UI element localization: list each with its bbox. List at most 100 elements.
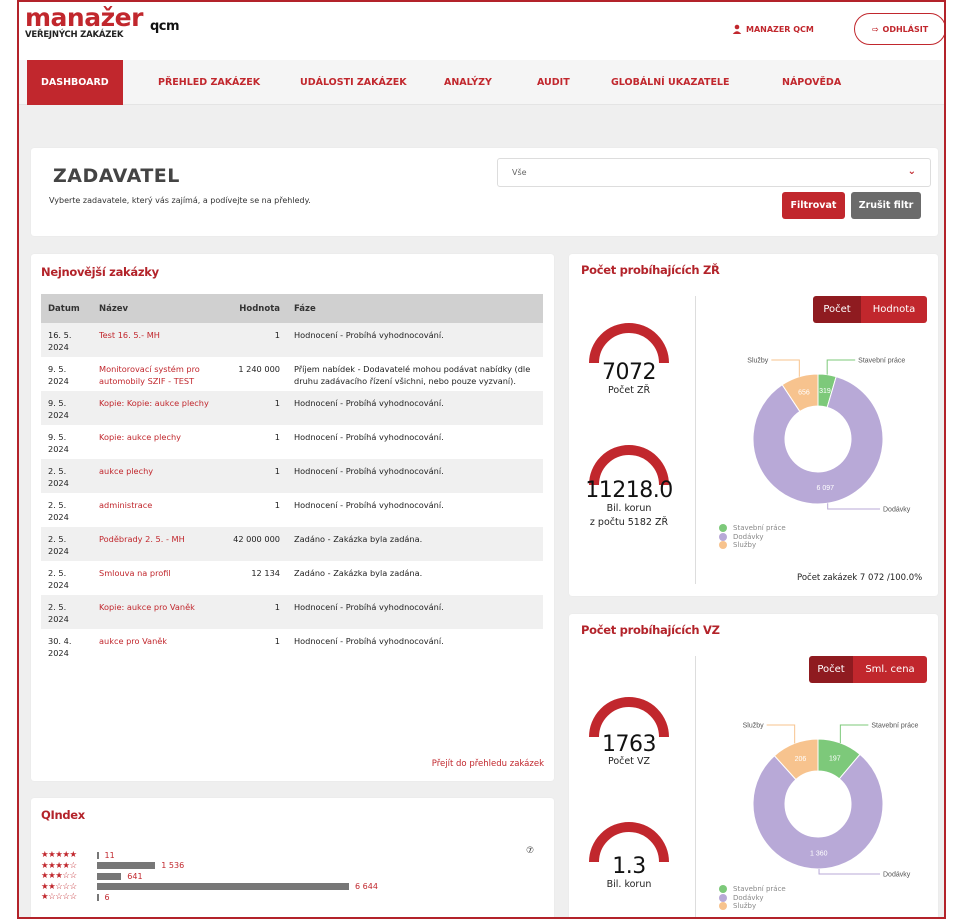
row-name-link[interactable]: aukce pro Vaněk	[92, 629, 226, 663]
row-name-link[interactable]: Test 16. 5.- MH	[92, 323, 226, 357]
qindex-card: QIndex ⑦ ★★★★★ 11 ★★★★☆ 1 536 ★★★☆☆ 641 ★★☆☆☆ 6…	[31, 798, 554, 917]
table-row[interactable]: 2. 5. 2024 administrace 1 Hodnocení - Probí…	[41, 493, 543, 527]
table-row[interactable]: 16. 5. 2024 Test 16. 5.- MH 1 Hodnocení - P…	[41, 323, 543, 357]
zr-title: Počet probíhajících ZŘ	[581, 263, 720, 277]
nav-globalni-ukazatele[interactable]: GLOBÁLNÍ UKAZATELE	[611, 60, 729, 105]
gauge-count-label: Počet VZ	[607, 756, 651, 767]
table-header-row: Datum Název Hodnota Fáze	[41, 294, 543, 323]
zr-donut-chart: 319 Stavební práce 6 097 Dodávky 656 Služby	[747, 358, 911, 514]
slice-category-label: Stavební práce	[858, 358, 905, 365]
col-faze[interactable]: Fáze	[287, 294, 543, 323]
toggle-sml-cena[interactable]: Sml. cena	[853, 656, 927, 683]
row-name-link[interactable]: Monitorovací systém pro automobily SZIF …	[92, 357, 226, 391]
zr-total: Počet zakázek 7 072 /100.0%	[797, 573, 923, 583]
col-datum[interactable]: Datum	[41, 294, 92, 323]
table-row[interactable]: 9. 5. 2024 Kopie: Kopie: aukce plechy 1 Hod…	[41, 391, 543, 425]
zadavatel-select[interactable]: Vše ⌄	[497, 158, 931, 187]
gauge-count-value: 1763	[602, 732, 657, 757]
nav-prehled-zakazek[interactable]: PŘEHLED ZAKÁZEK	[158, 60, 260, 105]
nav-audit[interactable]: AUDIT	[537, 60, 570, 105]
main-nav: DASHBOARD PŘEHLED ZAKÁZEK UDÁLOSTI ZAKÁZ…	[19, 60, 944, 105]
col-hodnota[interactable]: Hodnota	[226, 294, 287, 323]
qindex-bar	[97, 883, 349, 890]
table-row[interactable]: 2. 5. 2024 Kopie: aukce pro Vaněk 1 Hodnoce…	[41, 595, 543, 629]
legend-label: Stavební práce	[733, 524, 786, 533]
qindex-row: ★☆☆☆☆ 6	[41, 892, 110, 902]
star-rating: ★★★★★	[41, 850, 77, 860]
legend-label: Služby	[733, 541, 757, 550]
row-date: 30. 4. 2024	[48, 636, 72, 658]
divider	[695, 296, 696, 584]
legend-item-dodavky: Dodávky	[719, 532, 786, 542]
slice-leader-line	[827, 503, 880, 510]
row-phase: Hodnocení - Probíhá vyhodnocování.	[294, 500, 444, 510]
row-phase: Hodnocení - Probíhá vyhodnocování.	[287, 391, 543, 425]
legend-dot	[719, 541, 727, 550]
go-to-overview-link[interactable]: Přejít do přehledu zakázek	[432, 759, 544, 769]
zr-card: Počet probíhajících ZŘ 7072 Počet ZŘ 112…	[569, 254, 938, 596]
row-date: 9. 5. 2024	[48, 364, 69, 386]
row-phase: Hodnocení - Probíhá vyhodnocování.	[287, 323, 543, 357]
star-rating: ★★☆☆☆	[41, 881, 77, 892]
row-phase: Hodnocení - Probíhá vyhodnocování.	[287, 595, 543, 629]
row-name-link[interactable]: Poděbrady 2. 5. - MH	[92, 527, 226, 561]
star-rating: ★☆☆☆☆	[41, 892, 77, 902]
help-icon[interactable]: ⑦	[526, 846, 534, 856]
toggle-hodnota[interactable]: Hodnota	[861, 296, 927, 323]
legend-dot	[719, 532, 727, 541]
qindex-row: ★★★☆☆ 641	[41, 871, 143, 881]
row-phase: Příjem nabídek - Dodavatelé mohou podáva…	[294, 364, 531, 386]
row-name-link[interactable]: administrace	[92, 493, 226, 527]
user-menu[interactable]: MANAZER QCM	[732, 24, 814, 34]
logo-sub-text: VEŘEJNÝCH ZAKÁZEK	[25, 30, 124, 40]
gauge-value-value: 11218.0	[585, 478, 673, 503]
latest-contracts-table: Datum Název Hodnota Fáze 16. 5. 2024 Test…	[41, 294, 543, 663]
row-value: 1	[274, 500, 280, 510]
toggle-pocet[interactable]: Počet	[813, 296, 861, 323]
table-row[interactable]: 9. 5. 2024 Monitorovací systém pro automo…	[41, 357, 543, 391]
row-name-link[interactable]: aukce plechy	[92, 459, 226, 493]
row-date: 2. 5. 2024	[41, 527, 92, 561]
qindex-count: 11	[104, 850, 115, 860]
qindex-count: 6 644	[355, 882, 378, 891]
chevron-down-icon: ⌄	[907, 166, 916, 177]
table-row[interactable]: 30. 4. 2024 aukce pro Vaněk 1 Hodnocení - P…	[41, 629, 543, 663]
row-name-link[interactable]: Smlouva na profil	[92, 561, 226, 595]
toggle-pocet[interactable]: Počet	[809, 656, 853, 683]
nav-udalosti-zakazek[interactable]: UDÁLOSTI ZAKÁZEK	[300, 60, 407, 105]
qindex-bar	[97, 893, 99, 901]
user-name: MANAZER QCM	[746, 24, 814, 34]
logout-button[interactable]: ⇨ ODHLÁSIT	[854, 13, 944, 45]
row-name-link[interactable]: Kopie: Kopie: aukce plechy	[92, 391, 226, 425]
nav-dashboard[interactable]: DASHBOARD	[27, 60, 123, 105]
star-rating: ★★★☆☆	[41, 871, 77, 881]
table-row[interactable]: 2. 5. 2024 aukce plechy 1 Hodnocení - Probí…	[41, 459, 543, 493]
row-value: 1	[226, 323, 287, 357]
slice-category-label: Dodávky	[883, 507, 911, 514]
clear-filter-button[interactable]: Zrušit filtr	[851, 192, 921, 219]
logout-icon: ⇨	[871, 24, 879, 34]
col-nazev[interactable]: Název	[92, 294, 226, 323]
row-date: 2. 5. 2024	[48, 568, 69, 590]
zadavatel-title: ZADAVATEL	[53, 165, 180, 187]
table-row[interactable]: 2. 5. 2024 Smlouva na profil 12 134 Zadáno …	[41, 561, 543, 595]
zr-legend: Stavební práce Dodávky Služby	[719, 524, 786, 550]
slice-value-label: 656	[798, 390, 810, 397]
table-row[interactable]: 9. 5. 2024 Kopie: aukce plechy 1 Hodnocení …	[41, 425, 543, 459]
logo[interactable]: manažer VEŘEJNÝCH ZAKÁZEK	[25, 5, 143, 40]
qindex-bar	[97, 872, 122, 880]
slice-category-label: Služby	[747, 358, 769, 365]
table-row[interactable]: 2. 5. 2024 Poděbrady 2. 5. - MH 42 000 000…	[41, 527, 543, 561]
row-name-link[interactable]: Kopie: aukce plechy	[92, 425, 226, 459]
slice-category-label: Dodávky	[883, 872, 911, 879]
slice-value-label: 197	[829, 755, 841, 762]
row-name-link[interactable]: Kopie: aukce pro Vaněk	[92, 595, 226, 629]
nav-napoveda[interactable]: NÁPOVĚDA	[782, 60, 841, 105]
filter-button[interactable]: Filtrovat	[782, 192, 845, 219]
legend-dot	[719, 902, 727, 911]
nav-analyzy[interactable]: ANALÝZY	[444, 60, 492, 105]
legend-dot	[719, 893, 727, 902]
latest-contracts-title: Nejnovější zakázky	[41, 265, 159, 279]
legend-label: Stavební práce	[733, 885, 786, 894]
row-date: 2. 5. 2024	[41, 595, 92, 629]
